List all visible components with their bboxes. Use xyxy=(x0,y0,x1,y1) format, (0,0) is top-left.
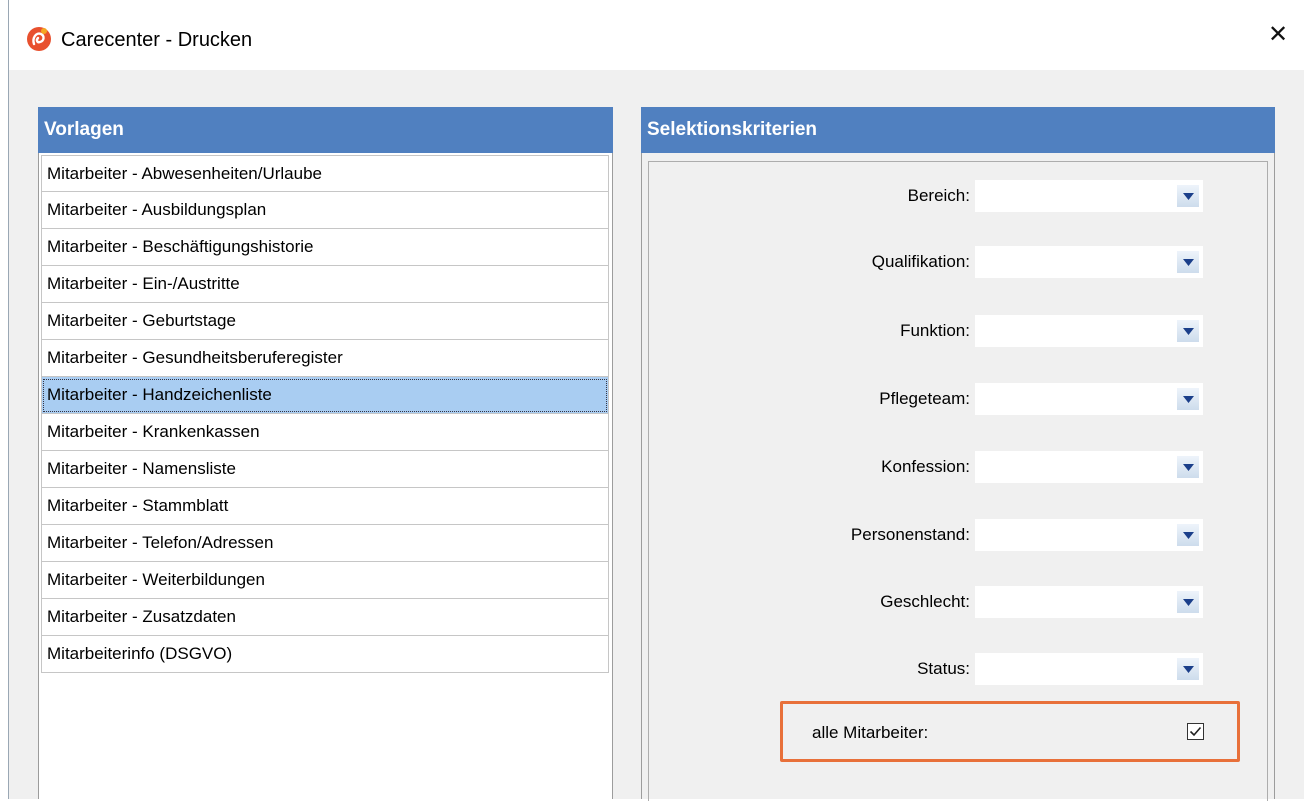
criteria-label: Personenstand: xyxy=(850,525,970,544)
chevron-down-icon[interactable] xyxy=(1177,524,1199,546)
all-employees-checkbox[interactable] xyxy=(1187,723,1204,740)
template-list-item[interactable]: Mitarbeiter - Telefon/Adressen xyxy=(41,525,609,562)
criteria-dropdown[interactable] xyxy=(975,246,1203,278)
criteria-dropdown[interactable] xyxy=(975,586,1203,618)
template-list-item[interactable]: Mitarbeiter - Weiterbildungen xyxy=(41,562,609,599)
close-icon: ✕ xyxy=(1267,20,1289,48)
chevron-down-icon[interactable] xyxy=(1177,456,1199,478)
template-list-item[interactable]: Mitarbeiter - Namensliste xyxy=(41,451,609,488)
chevron-down-icon[interactable] xyxy=(1177,185,1199,207)
criteria-label: Status: xyxy=(917,659,970,678)
window-title: Carecenter - Drucken xyxy=(61,29,253,51)
templates-header: Vorlagen xyxy=(38,107,613,153)
template-list-item[interactable]: Mitarbeiter - Gesundheitsberuferegister xyxy=(41,340,609,377)
criteria-dropdown[interactable] xyxy=(975,519,1203,551)
template-list-item[interactable]: Mitarbeiter - Geburtstage xyxy=(41,303,609,340)
close-button[interactable]: ✕ xyxy=(1251,12,1304,56)
criteria-dropdown[interactable] xyxy=(975,315,1203,347)
template-list-item[interactable]: Mitarbeiter - Ein-/Austritte xyxy=(41,266,609,303)
template-list-item[interactable]: Mitarbeiter - Stammblatt xyxy=(41,488,609,525)
template-list-item[interactable]: Mitarbeiter - Krankenkassen xyxy=(41,414,609,451)
criteria-dropdown[interactable] xyxy=(975,180,1203,212)
criteria-label: Funktion: xyxy=(900,321,970,340)
criteria-label: Konfession: xyxy=(881,457,970,476)
criteria-label: Bereich: xyxy=(907,186,970,205)
template-list-item[interactable]: Mitarbeiter - Zusatzdaten xyxy=(41,599,609,636)
all-employees-label: alle Mitarbeiter: xyxy=(812,723,929,742)
chevron-down-icon[interactable] xyxy=(1177,320,1199,342)
templates-list-area: Mitarbeiter - Abwesenheiten/Urlaube Mitar… xyxy=(38,153,613,799)
templates-list: Mitarbeiter - Abwesenheiten/Urlaube Mitar… xyxy=(41,155,609,673)
chevron-down-icon[interactable] xyxy=(1177,591,1199,613)
criteria-dropdown[interactable] xyxy=(975,653,1203,685)
criteria-label: Pflegeteam: xyxy=(879,389,970,408)
criteria-label: Geschlecht: xyxy=(880,592,970,611)
chevron-down-icon[interactable] xyxy=(1177,251,1199,273)
chevron-down-icon[interactable] xyxy=(1177,388,1199,410)
title-bar: Carecenter - Drucken ✕ xyxy=(9,0,1304,70)
template-list-item[interactable]: Mitarbeiterinfo (DSGVO) xyxy=(41,636,609,673)
checkmark-icon xyxy=(1189,726,1202,737)
criteria-label: Qualifikation: xyxy=(871,252,970,271)
criteria-dropdown[interactable] xyxy=(975,451,1203,483)
template-list-item[interactable]: Mitarbeiter - Ausbildungsplan xyxy=(41,192,609,229)
chevron-down-icon[interactable] xyxy=(1177,658,1199,680)
criteria-header: Selektionskriterien xyxy=(641,107,1275,153)
criteria-dropdown[interactable] xyxy=(975,383,1203,415)
template-list-item[interactable]: Mitarbeiter - Beschäftigungshistorie xyxy=(41,229,609,266)
carecenter-logo-icon xyxy=(25,25,53,53)
template-list-item[interactable]: Mitarbeiter - Abwesenheiten/Urlaube xyxy=(41,155,609,192)
template-list-item[interactable]: Mitarbeiter - Handzeichenliste xyxy=(41,377,609,414)
